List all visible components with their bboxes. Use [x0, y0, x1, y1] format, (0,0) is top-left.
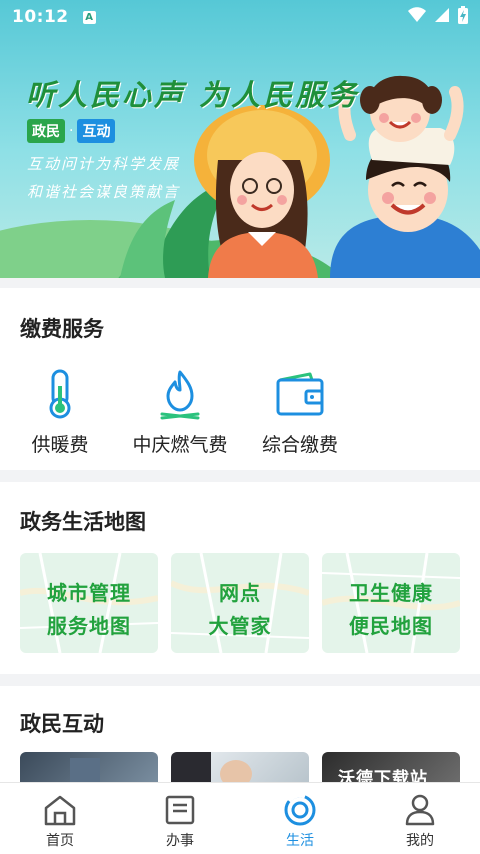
thermometer-icon — [49, 369, 71, 419]
tab-services[interactable]: 办事 — [120, 783, 240, 854]
interaction-thumb-3[interactable]: 沃德下载站 — [322, 752, 460, 784]
tag-zhengmin: 政民 — [27, 119, 65, 143]
tab-services-label: 办事 — [166, 833, 194, 849]
tag-hudong: 互动 — [77, 119, 116, 143]
banner-line-1: 互动问计为科学发展 — [27, 155, 181, 173]
map-card-city-management[interactable]: 城市管理 服务地图 — [20, 553, 158, 653]
map-card-health[interactable]: 卫生健康 便民地图 — [322, 553, 460, 653]
status-bar: 10:12 A — [0, 0, 480, 34]
payment-title: 缴费服务 — [20, 317, 104, 341]
tab-profile-label: 我的 — [406, 833, 434, 849]
wifi-icon — [408, 7, 426, 22]
home-icon — [44, 795, 76, 826]
map-card-health-line2: 便民地图 — [349, 614, 433, 638]
tag-separator: · — [69, 123, 74, 139]
flame-icon — [160, 370, 200, 420]
tab-home[interactable]: 首页 — [0, 783, 120, 854]
banner-tags: 政民 · 互动 — [27, 119, 116, 143]
life-ring-icon — [284, 793, 316, 826]
pay-gas[interactable]: 中庆燃气费 — [125, 368, 235, 457]
tab-profile[interactable]: 我的 — [360, 783, 480, 854]
life-map-title: 政务生活地图 — [20, 510, 146, 534]
map-card-outlets[interactable]: 网点 大管家 — [171, 553, 309, 653]
interaction-thumb-2[interactable] — [171, 752, 309, 784]
interaction-thumb-1[interactable] — [20, 752, 158, 784]
pay-heating[interactable]: 供暖费 — [22, 368, 98, 457]
signal-icon — [435, 8, 449, 22]
pay-gas-label: 中庆燃气费 — [132, 434, 228, 456]
map-card-city-line2: 服务地图 — [47, 614, 131, 638]
banner-slogan: 听人民心声 为人民服务 — [26, 78, 360, 112]
user-icon — [405, 794, 435, 826]
tab-home-label: 首页 — [46, 833, 74, 849]
hero-banner[interactable]: 听人民心声 为人民服务 政民 · 互动 互动问计为科学发展 和谐社会谋良策献言 — [0, 0, 480, 278]
tab-life-label: 生活 — [286, 833, 314, 849]
thumb-image — [171, 752, 252, 784]
status-time: 10:12 — [12, 7, 69, 27]
wallet-icon — [276, 372, 324, 416]
document-icon — [165, 795, 195, 825]
battery-icon — [458, 6, 468, 24]
banner-line-2: 和谐社会谋良策献言 — [27, 183, 181, 201]
map-card-city-line1: 城市管理 — [47, 581, 131, 605]
map-card-health-line1: 卫生健康 — [349, 581, 433, 605]
thumb-image — [70, 758, 100, 784]
pay-general-label: 综合缴费 — [261, 434, 338, 456]
tab-life[interactable]: 生活 — [240, 783, 360, 854]
pay-heating-label: 供暖费 — [31, 434, 89, 456]
watermark-text: 沃德下载站 — [338, 769, 428, 784]
interaction-title: 政民互动 — [20, 712, 104, 736]
pay-general[interactable]: 综合缴费 — [255, 368, 345, 457]
map-card-outlets-line2: 大管家 — [208, 614, 272, 638]
notification-badge: A — [82, 10, 96, 24]
bottom-tab-bar: 首页 办事 生活 我的 — [0, 782, 480, 854]
map-card-outlets-line1: 网点 — [219, 581, 261, 605]
